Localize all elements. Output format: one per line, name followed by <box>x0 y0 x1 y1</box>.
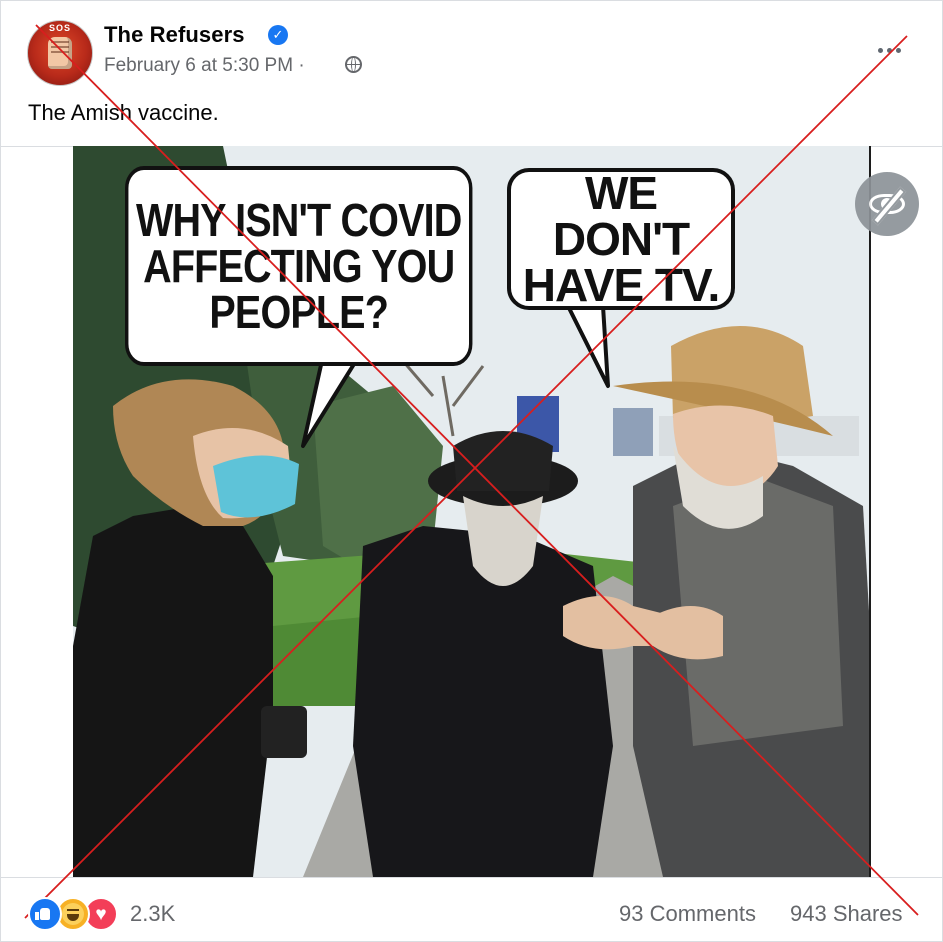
fist-icon <box>48 37 72 69</box>
avatar-text: SOS <box>48 23 71 33</box>
timestamp-text[interactable]: February 6 at 5:30 PM <box>104 55 293 76</box>
like-icon <box>28 897 62 931</box>
comments-count-link[interactable]: 93 Comments <box>619 901 756 927</box>
page-avatar[interactable]: SOS <box>27 20 93 86</box>
eye-slash-icon[interactable] <box>855 172 919 236</box>
shares-count-link[interactable]: 943 Shares <box>790 901 903 927</box>
dot-icon <box>896 48 901 53</box>
more-options-button[interactable] <box>870 36 910 64</box>
post-timestamp[interactable]: February 6 at 5:30 PM · <box>104 55 305 77</box>
page-name-link[interactable]: The Refusers <box>104 22 245 48</box>
post-caption: The Amish vaccine. <box>28 100 219 125</box>
divider <box>0 877 943 878</box>
dot-icon <box>878 48 883 53</box>
verified-badge-icon: ✓ <box>268 25 288 45</box>
speech-bubble-right: WE DON'T HAVE TV. <box>507 168 735 310</box>
meta-separator: · <box>298 55 305 76</box>
reaction-icons[interactable]: ♥ <box>28 897 122 931</box>
reaction-count[interactable]: 2.3K <box>130 901 175 927</box>
speech-bubble-left: WHY ISN'T COVID AFFECTING YOU PEOPLE? <box>125 166 473 366</box>
post-image[interactable]: WHY ISN'T COVID AFFECTING YOU PEOPLE? WE… <box>73 146 871 877</box>
dot-icon <box>887 48 892 53</box>
globe-icon[interactable] <box>345 56 362 73</box>
